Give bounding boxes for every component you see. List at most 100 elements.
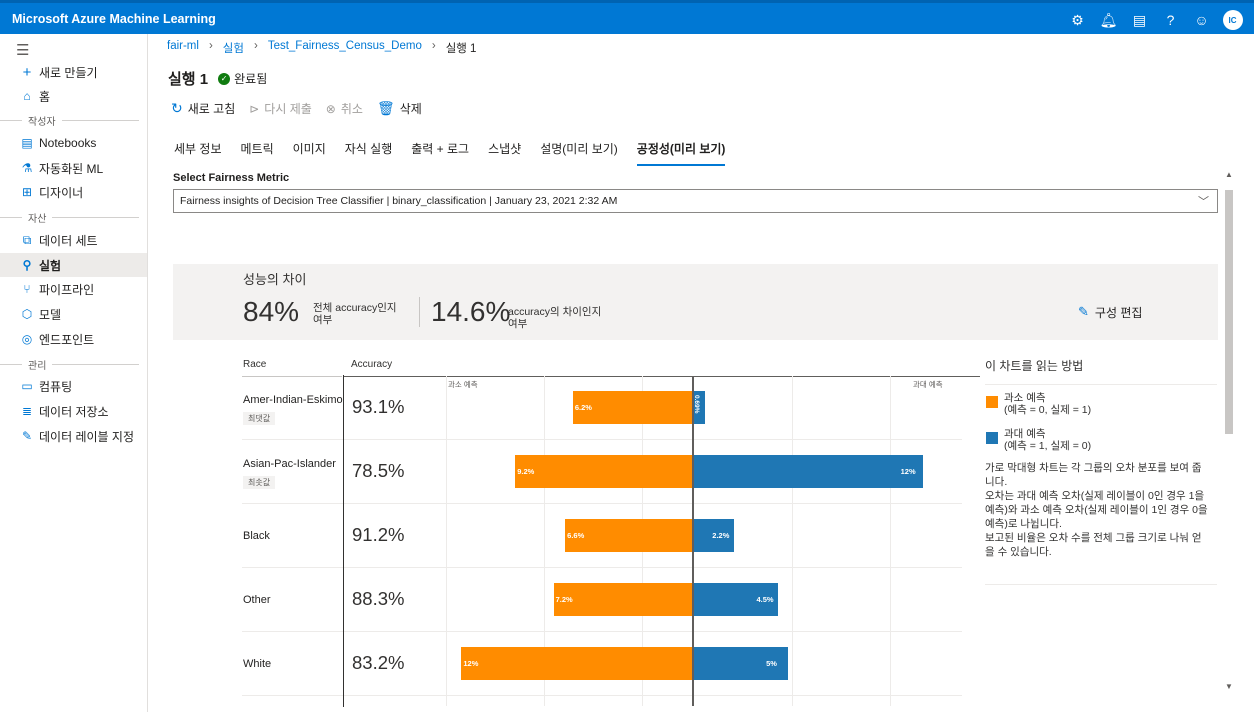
check-icon: ✓	[218, 72, 231, 85]
designer-icon: ⊞	[21, 185, 33, 199]
breadcrumb-run: 실행 1	[445, 43, 477, 55]
sidebar: ☰ + 새로 만들기 ⌂ 홈 작성자 ▤ Notebooks ⚗ 자동화된 ML ⊞ 디자…	[0, 34, 148, 712]
group-name: Other	[243, 594, 271, 606]
overprediction-label: 2.2%	[712, 531, 730, 540]
breadcrumb-experiments[interactable]: 실험	[223, 40, 244, 56]
status-badge: ✓ 완료됨	[218, 70, 267, 87]
cancel-button[interactable]: ⊗ 취소	[326, 100, 363, 117]
app-title[interactable]: Microsoft Azure Machine Learning	[12, 12, 216, 26]
accuracy-divider	[343, 375, 344, 707]
sidebar-item-label: 모델	[39, 307, 62, 322]
legend-over: 과대 예측 (예측 = 1, 실제 = 0)	[986, 428, 1091, 452]
over-swatch	[986, 432, 998, 444]
underprediction-label: 9.2%	[517, 467, 535, 476]
dataset-icon: ⧉	[22, 232, 32, 247]
bell-icon[interactable]: 🔔︎	[1093, 8, 1124, 32]
chevron-down-icon: ﹀	[1198, 196, 1209, 208]
summary-divider	[419, 297, 420, 327]
overprediction-label: 5%	[766, 659, 777, 668]
legend-explanation-line: 오차는 과대 예측 오차(실제 레이블이 0인 경우 1을 예측)와 과소 예측…	[985, 490, 1208, 530]
sidebar-item-label: 자동화된 ML	[39, 161, 104, 176]
fairness-metric-value: Fairness insights of Decision Tree Class…	[180, 195, 618, 207]
sidebar-item-label: 데이터 세트	[39, 233, 98, 248]
sidebar-item-experiments[interactable]: ⚲ 실험	[0, 253, 147, 277]
feedback-icon[interactable]: ▤	[1124, 8, 1155, 32]
sidebar-item-datasets[interactable]: ⧉ 데이터 세트	[0, 228, 147, 252]
section-author: 작성자	[0, 113, 147, 128]
tab-images[interactable]: 이미지	[293, 140, 326, 166]
gear-icon[interactable]: ⚙	[1062, 8, 1093, 32]
underprediction-label: 12%	[463, 659, 479, 668]
legend-under-name: 과소 예측	[1004, 392, 1046, 404]
group-tag: 최댓값	[243, 412, 276, 425]
breadcrumb: fair-ml › 실험 › Test_Fairness_Census_Demo…	[167, 40, 476, 56]
fairness-metric-dropdown[interactable]: Fairness insights of Decision Tree Class…	[173, 189, 1218, 213]
tab-snapshot[interactable]: 스냅샷	[488, 140, 521, 166]
edit-config-button[interactable]: ✎ 구성 편집	[1078, 304, 1142, 321]
sidebar-item-home[interactable]: ⌂ 홈	[0, 84, 147, 108]
legend-explanation-line: 가로 막대형 차트는 각 그룹의 오차 분포를 보여 줍니다.	[985, 462, 1202, 488]
scroll-up-icon[interactable]: ▲	[1223, 170, 1235, 179]
tab-outputs-logs[interactable]: 출력 + 로그	[411, 140, 469, 166]
refresh-button[interactable]: ↻ 새로 고침	[171, 100, 235, 117]
help-icon[interactable]: ?	[1155, 8, 1186, 32]
delete-button[interactable]: 🗑︎ 삭제	[377, 100, 422, 117]
chevron-right-icon: ›	[431, 40, 436, 52]
tab-fairness[interactable]: 공정성(미리 보기)	[636, 140, 726, 166]
refresh-label: 새로 고침	[187, 102, 236, 116]
account-button[interactable]: IC	[1217, 8, 1248, 32]
plus-icon: +	[22, 63, 32, 81]
compute-icon: ▭	[21, 379, 33, 393]
sidebar-item-label: 데이터 레이블 지정	[39, 429, 134, 444]
gridline	[792, 376, 793, 706]
notebook-icon: ▤	[21, 136, 33, 150]
sidebar-item-designer[interactable]: ⊞ 디자이너	[0, 180, 147, 204]
sidebar-item-models[interactable]: ⬡ 모델	[0, 302, 147, 326]
automl-icon: ⚗	[21, 161, 33, 175]
sidebar-item-new[interactable]: + 새로 만들기	[0, 60, 147, 84]
delete-label: 삭제	[399, 102, 422, 116]
tab-metrics[interactable]: 메트릭	[241, 140, 274, 166]
sidebar-item-compute[interactable]: ▭ 컴퓨팅	[0, 374, 147, 398]
legend-explanation: 가로 막대형 차트는 각 그룹의 오차 분포를 보여 줍니다. 오차는 과대 예측…	[985, 461, 1209, 559]
overprediction-label: 12%	[900, 467, 916, 476]
tab-explanations[interactable]: 설명(미리 보기)	[540, 140, 618, 166]
scrollbar-thumb[interactable]	[1225, 190, 1233, 434]
vertical-scrollbar[interactable]: ▲ ▼	[1223, 168, 1235, 694]
gridline	[446, 376, 447, 706]
breadcrumb-workspace[interactable]: fair-ml	[167, 40, 199, 56]
top-icons: ⚙ 🔔︎ ▤ ? ☺ IC	[1062, 8, 1248, 32]
home-icon: ⌂	[23, 89, 31, 103]
hamburger-icon[interactable]: ☰	[16, 41, 29, 59]
resubmit-button[interactable]: ⊳ 다시 제출	[249, 100, 312, 117]
sidebar-item-datastores[interactable]: ≣ 데이터 저장소	[0, 399, 147, 423]
tab-child-runs[interactable]: 자식 실행	[345, 140, 393, 166]
under-axis-label: 과소 예측	[448, 380, 478, 389]
col-header-group: Race	[243, 359, 267, 370]
smiley-icon[interactable]: ☺	[1186, 8, 1217, 32]
sidebar-item-notebooks[interactable]: ▤ Notebooks	[0, 131, 147, 155]
scroll-down-icon[interactable]: ▼	[1223, 682, 1235, 691]
legend-explanation-line: 보고된 비율은 오차 수를 전체 그룹 크기로 나눠 얻을 수 있습니다.	[985, 532, 1202, 558]
group-accuracy: 83.2%	[352, 652, 405, 673]
underprediction-bar	[461, 647, 692, 680]
gridline	[890, 376, 891, 706]
breadcrumb-experiment[interactable]: Test_Fairness_Census_Demo	[268, 40, 422, 56]
sidebar-item-pipelines[interactable]: ⑂ 파이프라인	[0, 277, 147, 301]
summary-title: 성능의 차이	[243, 272, 307, 287]
under-swatch	[986, 396, 998, 408]
sidebar-item-label: 데이터 저장소	[39, 404, 109, 419]
sidebar-item-labeling[interactable]: ✎ 데이터 레이블 지정	[0, 424, 147, 448]
cancel-icon: ⊗	[325, 101, 336, 116]
legend-under-def: (예측 = 0, 실제 = 1)	[1004, 404, 1092, 416]
status-text: 완료됨	[234, 72, 268, 86]
command-bar: ↻ 새로 고침 ⊳ 다시 제출 ⊗ 취소 🗑︎ 삭제	[171, 100, 422, 117]
main-content: fair-ml › 실험 › Test_Fairness_Census_Demo…	[149, 34, 1254, 712]
underprediction-label: 6.6%	[567, 531, 585, 540]
sidebar-item-automl[interactable]: ⚗ 자동화된 ML	[0, 156, 147, 180]
sidebar-item-endpoints[interactable]: ◎ 엔드포인트	[0, 327, 147, 351]
trash-icon: 🗑︎	[376, 100, 395, 116]
tab-details[interactable]: 세부 정보	[174, 140, 222, 166]
refresh-icon: ↻	[171, 100, 183, 116]
chart-legend: 이 차트를 읽는 방법 과소 예측 (예측 = 0, 실제 = 1) 과대 예측(…	[985, 354, 1217, 585]
